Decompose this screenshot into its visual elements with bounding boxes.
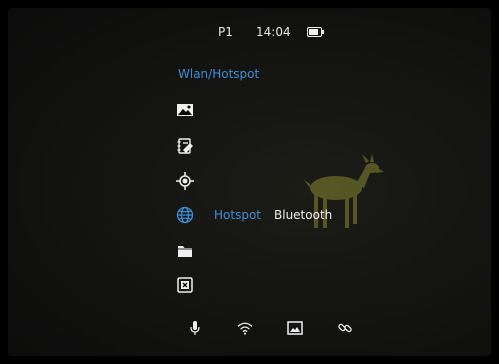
settings-box-icon[interactable] <box>176 276 194 294</box>
battery-icon <box>307 27 324 37</box>
deer-image <box>304 154 384 228</box>
wifi-icon[interactable] <box>237 320 253 336</box>
image-icon[interactable] <box>176 101 194 119</box>
microphone-icon[interactable] <box>187 320 203 336</box>
link-icon[interactable] <box>337 320 353 336</box>
edit-list-icon[interactable] <box>176 137 194 155</box>
option-hotspot[interactable]: Hotspot <box>214 208 261 222</box>
photo-mode-icon[interactable] <box>287 320 303 336</box>
globe-icon[interactable] <box>176 206 194 224</box>
clock: 14:04 <box>256 25 291 39</box>
status-bar: P1 14:04 <box>0 25 499 41</box>
crosshair-icon[interactable] <box>176 172 194 190</box>
folder-icon[interactable] <box>176 242 194 260</box>
profile-indicator: P1 <box>218 25 233 39</box>
menu-title: Wlan/Hotspot <box>178 67 260 81</box>
device-screen: P1 14:04 Wlan/Hotspot Hotspot Bluetooth <box>0 0 499 364</box>
option-bluetooth[interactable]: Bluetooth <box>274 208 332 222</box>
camera-viewport <box>8 8 491 356</box>
